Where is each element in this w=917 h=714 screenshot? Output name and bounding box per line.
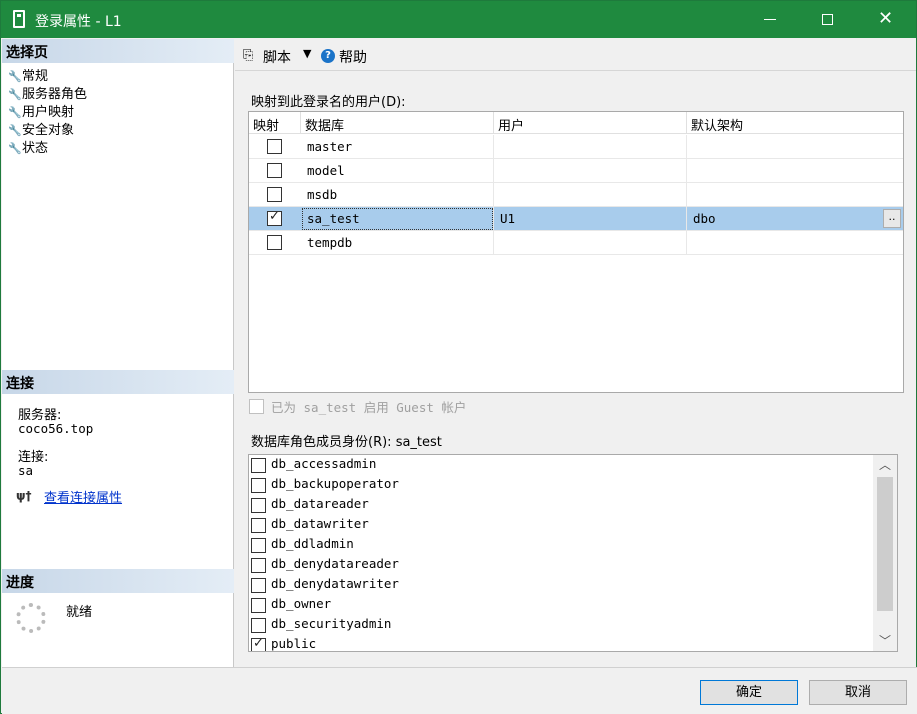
guest-account-checkbox — [249, 399, 264, 414]
user-mapping-grid: 映射 数据库 用户 默认架构 master model msdb ✓ sa_te… — [248, 111, 904, 393]
schema-cell[interactable] — [687, 231, 903, 255]
dialog-footer: 确定 取消 — [2, 667, 917, 714]
role-checkbox[interactable] — [251, 578, 266, 593]
grid-header: 映射 数据库 用户 默认架构 — [249, 112, 903, 134]
app-icon — [13, 10, 25, 28]
right-pane: ⎘ 脚本 ▼ ? 帮助 映射到此登录名的用户(D): 映射 数据库 用户 默认架… — [235, 39, 916, 667]
user-cell[interactable] — [494, 135, 687, 159]
map-checkbox[interactable] — [267, 235, 282, 250]
roles-scrollbar[interactable]: ︿ ﹀ — [873, 455, 897, 651]
script-dropdown-icon[interactable]: ▼ — [303, 47, 311, 60]
help-icon[interactable]: ? — [321, 49, 335, 63]
close-icon: ✕ — [878, 8, 894, 29]
col-header-default-schema: 默认架构 — [691, 119, 744, 134]
col-header-map: 映射 — [249, 112, 301, 134]
wrench-icon: 🔧 — [8, 88, 22, 101]
role-checkbox[interactable] — [251, 478, 266, 493]
role-checkbox[interactable] — [251, 538, 266, 553]
map-checkbox[interactable] — [267, 209, 282, 226]
script-icon: ⎘ — [243, 48, 254, 63]
role-checkbox[interactable] — [251, 518, 266, 533]
schema-cell[interactable] — [687, 159, 903, 183]
server-value: coco56.top — [18, 421, 94, 436]
connection-header: 连接 — [2, 370, 234, 394]
map-checkbox[interactable] — [267, 163, 282, 178]
scrollbar-thumb[interactable] — [877, 477, 893, 611]
table-row[interactable]: msdb — [249, 183, 903, 207]
close-button[interactable]: ✕ — [862, 1, 908, 38]
left-pane: 选择页 🔧常规 🔧服务器角色 🔧用户映射 🔧安全对象 🔧状态 连接 服务器: c… — [2, 39, 234, 667]
toolbar: ⎘ 脚本 ▼ ? 帮助 — [235, 39, 916, 71]
wrench-icon: 🔧 — [8, 106, 22, 119]
script-button[interactable]: 脚本 — [263, 47, 291, 67]
database-cell: master — [301, 135, 494, 159]
table-row[interactable]: sa_test U1 dbo .. — [249, 207, 903, 231]
connection-value: sa — [18, 463, 34, 478]
table-row[interactable]: master — [249, 135, 903, 159]
nav-item-status[interactable]: 🔧状态 — [8, 137, 48, 156]
wrench-icon: 🔧 — [8, 142, 22, 155]
database-cell: model — [301, 159, 494, 183]
scroll-down-icon[interactable]: ﹀ — [873, 631, 897, 651]
role-membership-label: 数据库角色成员身份(R): sa_test — [251, 435, 442, 450]
help-button[interactable]: 帮助 — [339, 47, 367, 67]
maximize-button[interactable] — [804, 1, 850, 38]
col-header-user: 用户 — [494, 112, 687, 134]
role-checkbox[interactable] — [251, 636, 266, 651]
cancel-button[interactable]: 取消 — [809, 680, 907, 705]
schema-cell[interactable]: dbo — [687, 207, 903, 231]
user-cell[interactable] — [494, 183, 687, 207]
login-properties-window: 登录属性 - L1 ✕ 选择页 🔧常规 🔧服务器角色 🔧用户映射 🔧安全对象 🔧… — [0, 0, 917, 714]
scroll-up-icon[interactable]: ︿ — [873, 455, 897, 475]
schema-browse-button[interactable]: .. — [883, 209, 901, 228]
nav-item-user-mapping[interactable]: 🔧用户映射 — [8, 101, 74, 120]
nav-item-securables[interactable]: 🔧安全对象 — [8, 119, 74, 138]
table-row[interactable]: tempdb — [249, 231, 903, 255]
guest-account-label: 已为 sa_test 启用 Guest 帐户 — [271, 400, 467, 415]
role-membership-list: db_accessadmin db_backupoperator db_data… — [248, 454, 898, 652]
progress-status: 就绪 — [66, 605, 93, 620]
connection-properties-icon: ψ† — [16, 489, 32, 503]
wrench-icon: 🔧 — [8, 124, 22, 137]
map-checkbox[interactable] — [267, 139, 282, 154]
database-cell: tempdb — [301, 231, 494, 255]
progress-spinner-icon — [16, 603, 46, 633]
database-cell: msdb — [301, 183, 494, 207]
select-page-header: 选择页 — [2, 39, 234, 63]
role-checkbox[interactable] — [251, 598, 266, 613]
user-cell[interactable] — [494, 159, 687, 183]
title-bar: 登录属性 - L1 ✕ — [1, 1, 916, 38]
col-header-database: 数据库 — [301, 112, 494, 134]
schema-cell[interactable] — [687, 135, 903, 159]
nav-item-server-roles[interactable]: 🔧服务器角色 — [8, 83, 87, 102]
map-checkbox[interactable] — [267, 187, 282, 202]
nav-item-general[interactable]: 🔧常规 — [8, 65, 48, 84]
role-checkbox[interactable] — [251, 558, 266, 573]
minimize-button[interactable] — [747, 1, 793, 38]
role-checkbox[interactable] — [251, 498, 266, 513]
user-cell[interactable] — [494, 231, 687, 255]
ok-button[interactable]: 确定 — [700, 680, 798, 705]
wrench-icon: 🔧 — [8, 70, 22, 83]
database-cell: sa_test — [301, 207, 494, 231]
user-cell[interactable]: U1 — [494, 207, 687, 231]
view-connection-properties-link[interactable]: 查看连接属性 — [44, 487, 122, 506]
minimize-icon — [764, 19, 776, 20]
maximize-icon — [822, 14, 833, 25]
schema-cell[interactable] — [687, 183, 903, 207]
table-row[interactable]: model — [249, 159, 903, 183]
user-mapping-label: 映射到此登录名的用户(D): — [251, 95, 406, 110]
window-title: 登录属性 - L1 — [35, 14, 122, 30]
progress-header: 进度 — [2, 569, 234, 593]
role-checkbox[interactable] — [251, 618, 266, 633]
role-checkbox[interactable] — [251, 458, 266, 473]
